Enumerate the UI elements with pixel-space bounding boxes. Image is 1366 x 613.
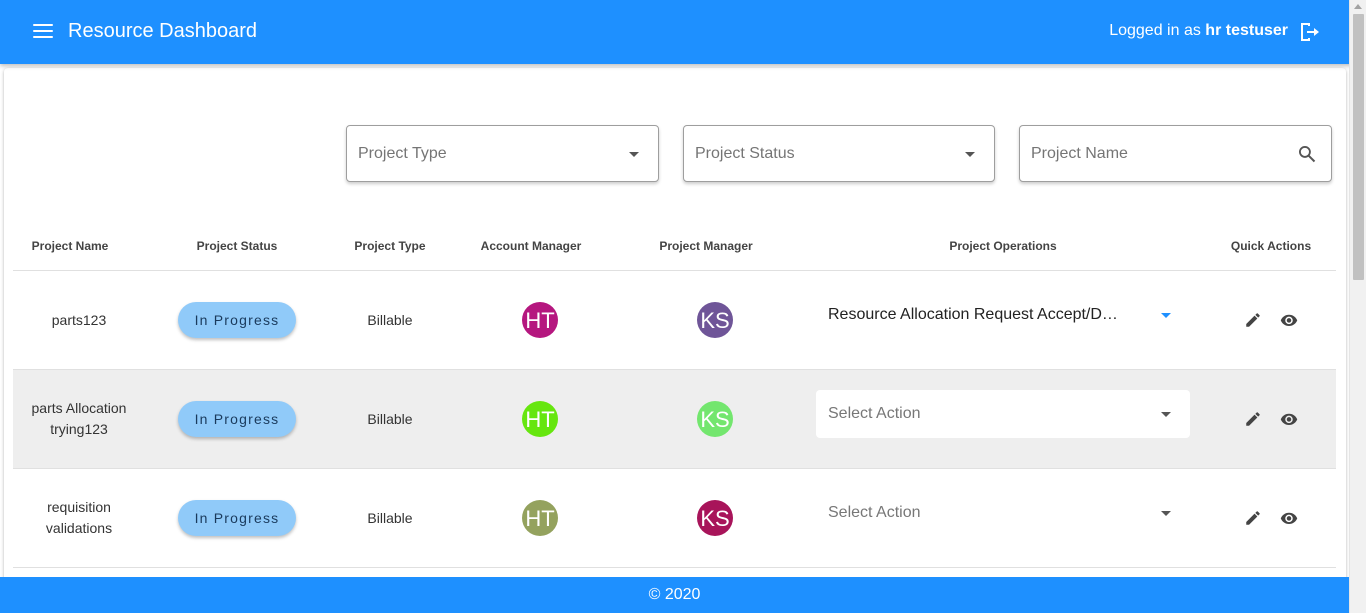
chevron-down-icon bbox=[629, 152, 639, 157]
avatar[interactable]: KS bbox=[697, 500, 733, 536]
avatar[interactable]: HT bbox=[522, 500, 558, 536]
project-type-select[interactable]: Project Type bbox=[346, 125, 659, 182]
project-name-cell: requisition validations bbox=[45, 499, 113, 536]
project-manager-cell: KS bbox=[678, 370, 752, 468]
account-manager-cell: HT bbox=[503, 469, 577, 567]
edit-icon[interactable] bbox=[1244, 311, 1262, 329]
divider bbox=[13, 567, 1336, 568]
footer: © 2020 bbox=[0, 577, 1349, 613]
operation-placeholder: Select Action bbox=[828, 405, 921, 422]
scrollbar-thumb[interactable] bbox=[1353, 14, 1364, 280]
chevron-down-icon bbox=[1161, 412, 1171, 417]
edit-icon[interactable] bbox=[1244, 410, 1262, 428]
avatar[interactable]: HT bbox=[522, 401, 558, 437]
project-name-cell: parts Allocation trying123 bbox=[31, 400, 127, 437]
project-type-cell: Billable bbox=[367, 410, 413, 427]
view-icon[interactable] bbox=[1280, 410, 1298, 428]
table-row: parts123 In Progress Billable HT KS Reso… bbox=[13, 271, 1336, 369]
scroll-up-arrow-icon[interactable] bbox=[1354, 4, 1362, 9]
app-title: Resource Dashboard bbox=[68, 20, 257, 42]
project-manager-cell: KS bbox=[678, 271, 752, 369]
status-button[interactable]: In Progress bbox=[178, 401, 296, 437]
copyright-text: © 2020 bbox=[648, 586, 701, 603]
login-prefix: Logged in as bbox=[1109, 22, 1201, 39]
edit-icon[interactable] bbox=[1244, 509, 1262, 527]
col-header-project-type: Project Type bbox=[354, 239, 426, 253]
search-icon[interactable] bbox=[1297, 144, 1317, 164]
project-name-placeholder: Project Name bbox=[1031, 145, 1128, 162]
view-icon[interactable] bbox=[1280, 311, 1298, 329]
account-manager-cell: HT bbox=[503, 370, 577, 468]
col-header-quick-actions: Quick Actions bbox=[1230, 239, 1312, 253]
col-header-account-manager: Account Manager bbox=[480, 239, 582, 253]
table-row: requisition validations In Progress Bill… bbox=[13, 469, 1336, 567]
project-type-cell: Billable bbox=[367, 311, 413, 328]
chevron-down-icon bbox=[1161, 313, 1171, 318]
project-type-cell: Billable bbox=[367, 509, 413, 526]
menu-icon[interactable] bbox=[33, 24, 53, 40]
project-status-select[interactable]: Project Status bbox=[683, 125, 995, 182]
project-status-placeholder: Project Status bbox=[695, 145, 795, 162]
col-header-project-manager: Project Manager bbox=[659, 239, 753, 253]
login-info: Logged in as hr testuser bbox=[1109, 22, 1288, 40]
project-name-cell: parts123 bbox=[51, 311, 107, 328]
app-bar: Resource Dashboard Logged in as hr testu… bbox=[0, 0, 1366, 64]
status-cell: In Progress bbox=[178, 370, 296, 468]
status-button[interactable]: In Progress bbox=[178, 302, 296, 338]
scrollbar[interactable] bbox=[1349, 0, 1366, 613]
project-operation-select[interactable]: Select Action bbox=[816, 489, 1190, 537]
status-cell: In Progress bbox=[178, 469, 296, 567]
col-header-project-operations: Project Operations bbox=[949, 239, 1057, 253]
avatar[interactable]: HT bbox=[522, 302, 558, 338]
operation-placeholder: Select Action bbox=[828, 504, 921, 521]
col-header-project-status: Project Status bbox=[196, 239, 278, 253]
project-operation-select[interactable]: Select Action bbox=[816, 390, 1190, 438]
project-manager-cell: KS bbox=[678, 469, 752, 567]
username: hr testuser bbox=[1205, 22, 1288, 39]
logout-icon[interactable] bbox=[1297, 20, 1321, 44]
operation-value: Resource Allocation Request Accept/D… bbox=[828, 306, 1118, 323]
chevron-down-icon bbox=[965, 152, 975, 157]
project-operation-select[interactable]: Resource Allocation Request Accept/D… bbox=[816, 296, 1190, 344]
project-type-placeholder: Project Type bbox=[358, 145, 447, 162]
col-header-project-name: Project Name bbox=[31, 239, 109, 253]
view-icon[interactable] bbox=[1280, 509, 1298, 527]
table-row: parts Allocation trying123 In Progress B… bbox=[13, 370, 1336, 468]
project-name-search[interactable]: Project Name bbox=[1019, 125, 1332, 182]
status-cell: In Progress bbox=[178, 271, 296, 369]
avatar[interactable]: KS bbox=[697, 302, 733, 338]
account-manager-cell: HT bbox=[503, 271, 577, 369]
chevron-down-icon bbox=[1161, 511, 1171, 516]
avatar[interactable]: KS bbox=[697, 401, 733, 437]
status-button[interactable]: In Progress bbox=[178, 500, 296, 536]
